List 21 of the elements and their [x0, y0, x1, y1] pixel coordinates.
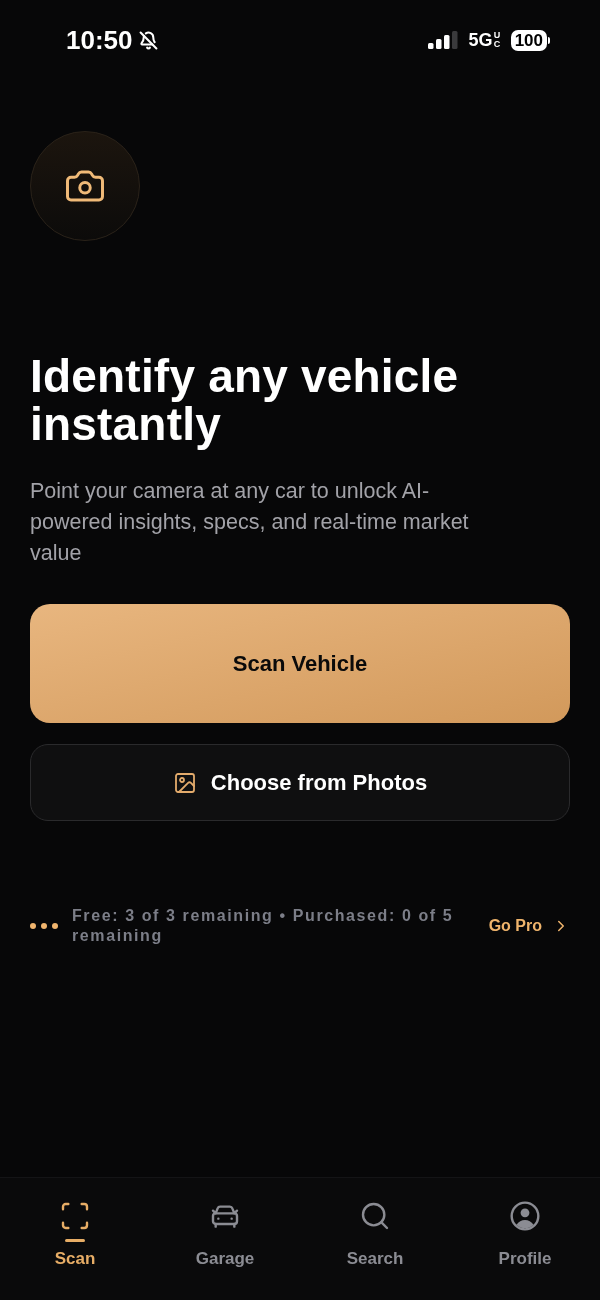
choose-photos-button[interactable]: Choose from Photos — [30, 744, 570, 821]
scan-vehicle-button[interactable]: Scan Vehicle — [30, 604, 570, 723]
profile-icon — [509, 1200, 541, 1232]
tab-item[interactable]: Search — [300, 1178, 450, 1300]
network-type-label: 5G — [468, 31, 493, 49]
scan-frame-icon — [59, 1200, 91, 1232]
dots-icon — [30, 923, 58, 929]
image-icon — [172, 770, 197, 795]
tab-item[interactable]: Profile — [450, 1178, 600, 1300]
usage-summary: Free: 3 of 3 remaining • Purchased: 0 of 5 remaining — [72, 906, 455, 946]
tab-item[interactable]: Garage — [150, 1178, 300, 1300]
battery-indicator: 100 — [510, 29, 550, 51]
status-time: 10:50 — [66, 27, 133, 53]
hero-title: Identify any vehicle instantly — [30, 352, 460, 448]
tab-item[interactable]: Scan — [0, 1178, 150, 1300]
search-icon — [359, 1200, 391, 1232]
signal-icon — [427, 31, 458, 49]
go-pro-link[interactable]: Go Pro — [488, 914, 570, 938]
network-suffix-label: UC — [493, 31, 502, 49]
selected-tab-indicator — [65, 1238, 85, 1242]
hero-description: Point your camera at any car to unlock AI-powered insights, specs, and real-time market value — [30, 478, 470, 567]
